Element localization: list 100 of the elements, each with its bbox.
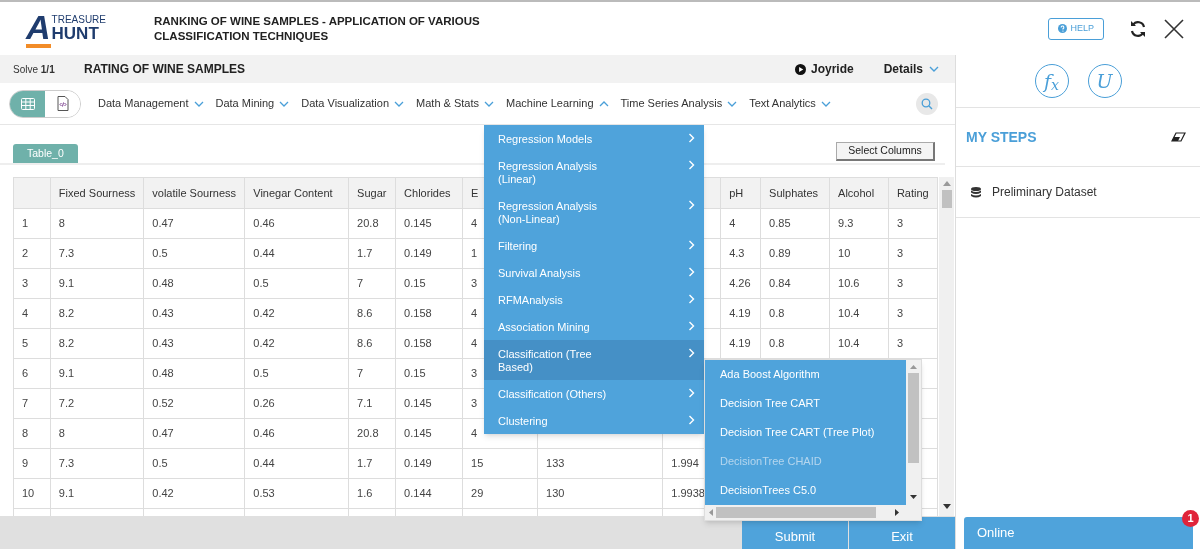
scroll-down-icon[interactable] <box>910 495 917 499</box>
page-title: RANKING OF WINE SAMPLES - APPLICATION OF VARIOUS CLASSIFICATION TECHNIQUES <box>154 13 481 44</box>
row-number: 3 <box>22 277 29 290</box>
table-cell: 9.1 <box>58 367 75 380</box>
menu-tab[interactable]: Math & Stats <box>416 95 495 112</box>
table-cell: 130 <box>546 487 565 500</box>
table-cell: 0.15 <box>404 277 426 290</box>
table-cell: 1.7 <box>357 247 373 260</box>
table-cell: 0.145 <box>404 217 432 230</box>
details-button[interactable]: Details <box>883 60 939 78</box>
table-cell: 0.84 <box>769 277 791 290</box>
column-header[interactable]: E <box>471 186 479 199</box>
table-cell: 1.7 <box>357 457 373 470</box>
row-number: 1 <box>22 217 29 230</box>
table-cell: 15 <box>471 457 484 470</box>
eraser-icon[interactable] <box>1171 132 1186 142</box>
table-cell: 4.26 <box>729 277 751 290</box>
chevron-right-icon <box>688 415 695 425</box>
row-number: 5 <box>22 337 29 350</box>
menu-tab[interactable]: Text Analytics <box>749 95 831 112</box>
table-cell: 0.47 <box>152 427 174 440</box>
table-cell: 4 <box>471 337 478 350</box>
chevron-down-icon <box>394 100 405 107</box>
submenu-item: DecisionTree CHAID <box>705 447 906 476</box>
table-cell: 8 <box>58 427 65 440</box>
table-cell: 7.3 <box>58 247 75 260</box>
table-cell: 3 <box>896 247 904 260</box>
step-item[interactable]: Preliminary Dataset <box>992 183 1097 201</box>
table-cell: 3 <box>471 367 478 380</box>
table-cell: 3 <box>896 277 904 290</box>
joyride-button[interactable]: Joyride <box>794 60 854 78</box>
help-icon <box>1058 24 1068 33</box>
menu-tab[interactable]: Data Management <box>98 95 204 112</box>
table-cell: 1.9938 <box>671 487 705 500</box>
select-columns-button[interactable]: Select Columns <box>836 142 935 161</box>
menu-tab[interactable]: Time Series Analysis <box>620 95 738 112</box>
scroll-left-icon[interactable] <box>709 509 713 516</box>
logo-text: TREASURE <box>51 15 106 25</box>
column-header[interactable]: pH <box>729 186 744 199</box>
row-number: 4 <box>22 307 29 320</box>
scrollbar[interactable] <box>906 360 921 505</box>
scroll-down-icon[interactable] <box>942 504 951 509</box>
menu-tab[interactable]: Machine Learning <box>506 95 609 112</box>
menu-tab[interactable]: Data Mining <box>215 95 290 112</box>
table-cell: 0.158 <box>404 337 432 350</box>
scroll-thumb[interactable] <box>908 373 919 463</box>
table-cell: 0.53 <box>253 487 275 500</box>
table-cell: 0.5 <box>253 367 269 380</box>
table-cell: 0.47 <box>152 217 174 230</box>
table-cell: 0.43 <box>152 307 174 320</box>
search-icon <box>921 97 933 110</box>
scroll-thumb[interactable] <box>941 190 952 208</box>
code-file-icon <box>55 96 70 111</box>
view-toggle-button[interactable] <box>10 90 45 117</box>
scroll-right-icon[interactable] <box>895 509 899 516</box>
table-cell: 9.3 <box>838 217 854 230</box>
database-icon <box>971 186 981 198</box>
table-cell: 0.42 <box>152 487 174 500</box>
table-cell: 4 <box>471 427 478 440</box>
table-cell: 3 <box>896 217 904 230</box>
close-icon[interactable] <box>1164 18 1184 39</box>
task-title: RATING OF WINE SAMPLES <box>84 61 246 78</box>
table-cell: 10.6 <box>838 277 860 290</box>
table-cell: 3 <box>471 397 478 410</box>
table-cell: 0.5 <box>152 457 168 470</box>
table-cell: 8.2 <box>58 337 75 350</box>
table-cell: 0.5 <box>253 277 269 290</box>
scroll-up-icon[interactable] <box>942 181 951 186</box>
table-cell: 3 <box>896 337 904 350</box>
logo-mark: A <box>26 9 51 48</box>
refresh-icon[interactable] <box>1128 18 1148 39</box>
chevron-down-icon <box>820 100 831 107</box>
scrollbar[interactable] <box>705 505 921 520</box>
solve-counter: Solve 1/1 <box>13 62 56 77</box>
chevron-down-icon <box>929 66 939 72</box>
table-cell: 10.4 <box>838 337 860 350</box>
row-number: 8 <box>22 427 29 440</box>
table-cell: 0.89 <box>769 247 791 260</box>
table-cell: 4 <box>471 217 478 230</box>
table-cell: 9.1 <box>58 277 75 290</box>
table-cell: 8.6 <box>357 337 373 350</box>
table-cell: 3 <box>896 307 904 320</box>
panel-title: MY STEPS <box>966 127 1037 147</box>
table-cell: 0.52 <box>152 397 174 410</box>
table-cell: 1 <box>471 247 478 260</box>
row-number: 7 <box>22 397 29 410</box>
table-cell: 3 <box>471 277 478 290</box>
scroll-thumb[interactable] <box>716 507 876 518</box>
scrollbar[interactable] <box>939 177 954 516</box>
table-cell: 133 <box>546 457 565 470</box>
search-button[interactable] <box>916 92 938 115</box>
table-cell: 0.48 <box>152 367 174 380</box>
chevron-down-icon <box>484 100 495 107</box>
row-number: 9 <box>22 457 29 470</box>
scroll-up-icon[interactable] <box>910 365 917 369</box>
chevron-right-icon <box>688 240 695 250</box>
table-cell: 4.19 <box>729 307 751 320</box>
menu-tab[interactable]: Data Visualization <box>301 95 405 112</box>
row-number: 10 <box>22 487 35 500</box>
table-cell: 1.994 <box>671 457 699 470</box>
